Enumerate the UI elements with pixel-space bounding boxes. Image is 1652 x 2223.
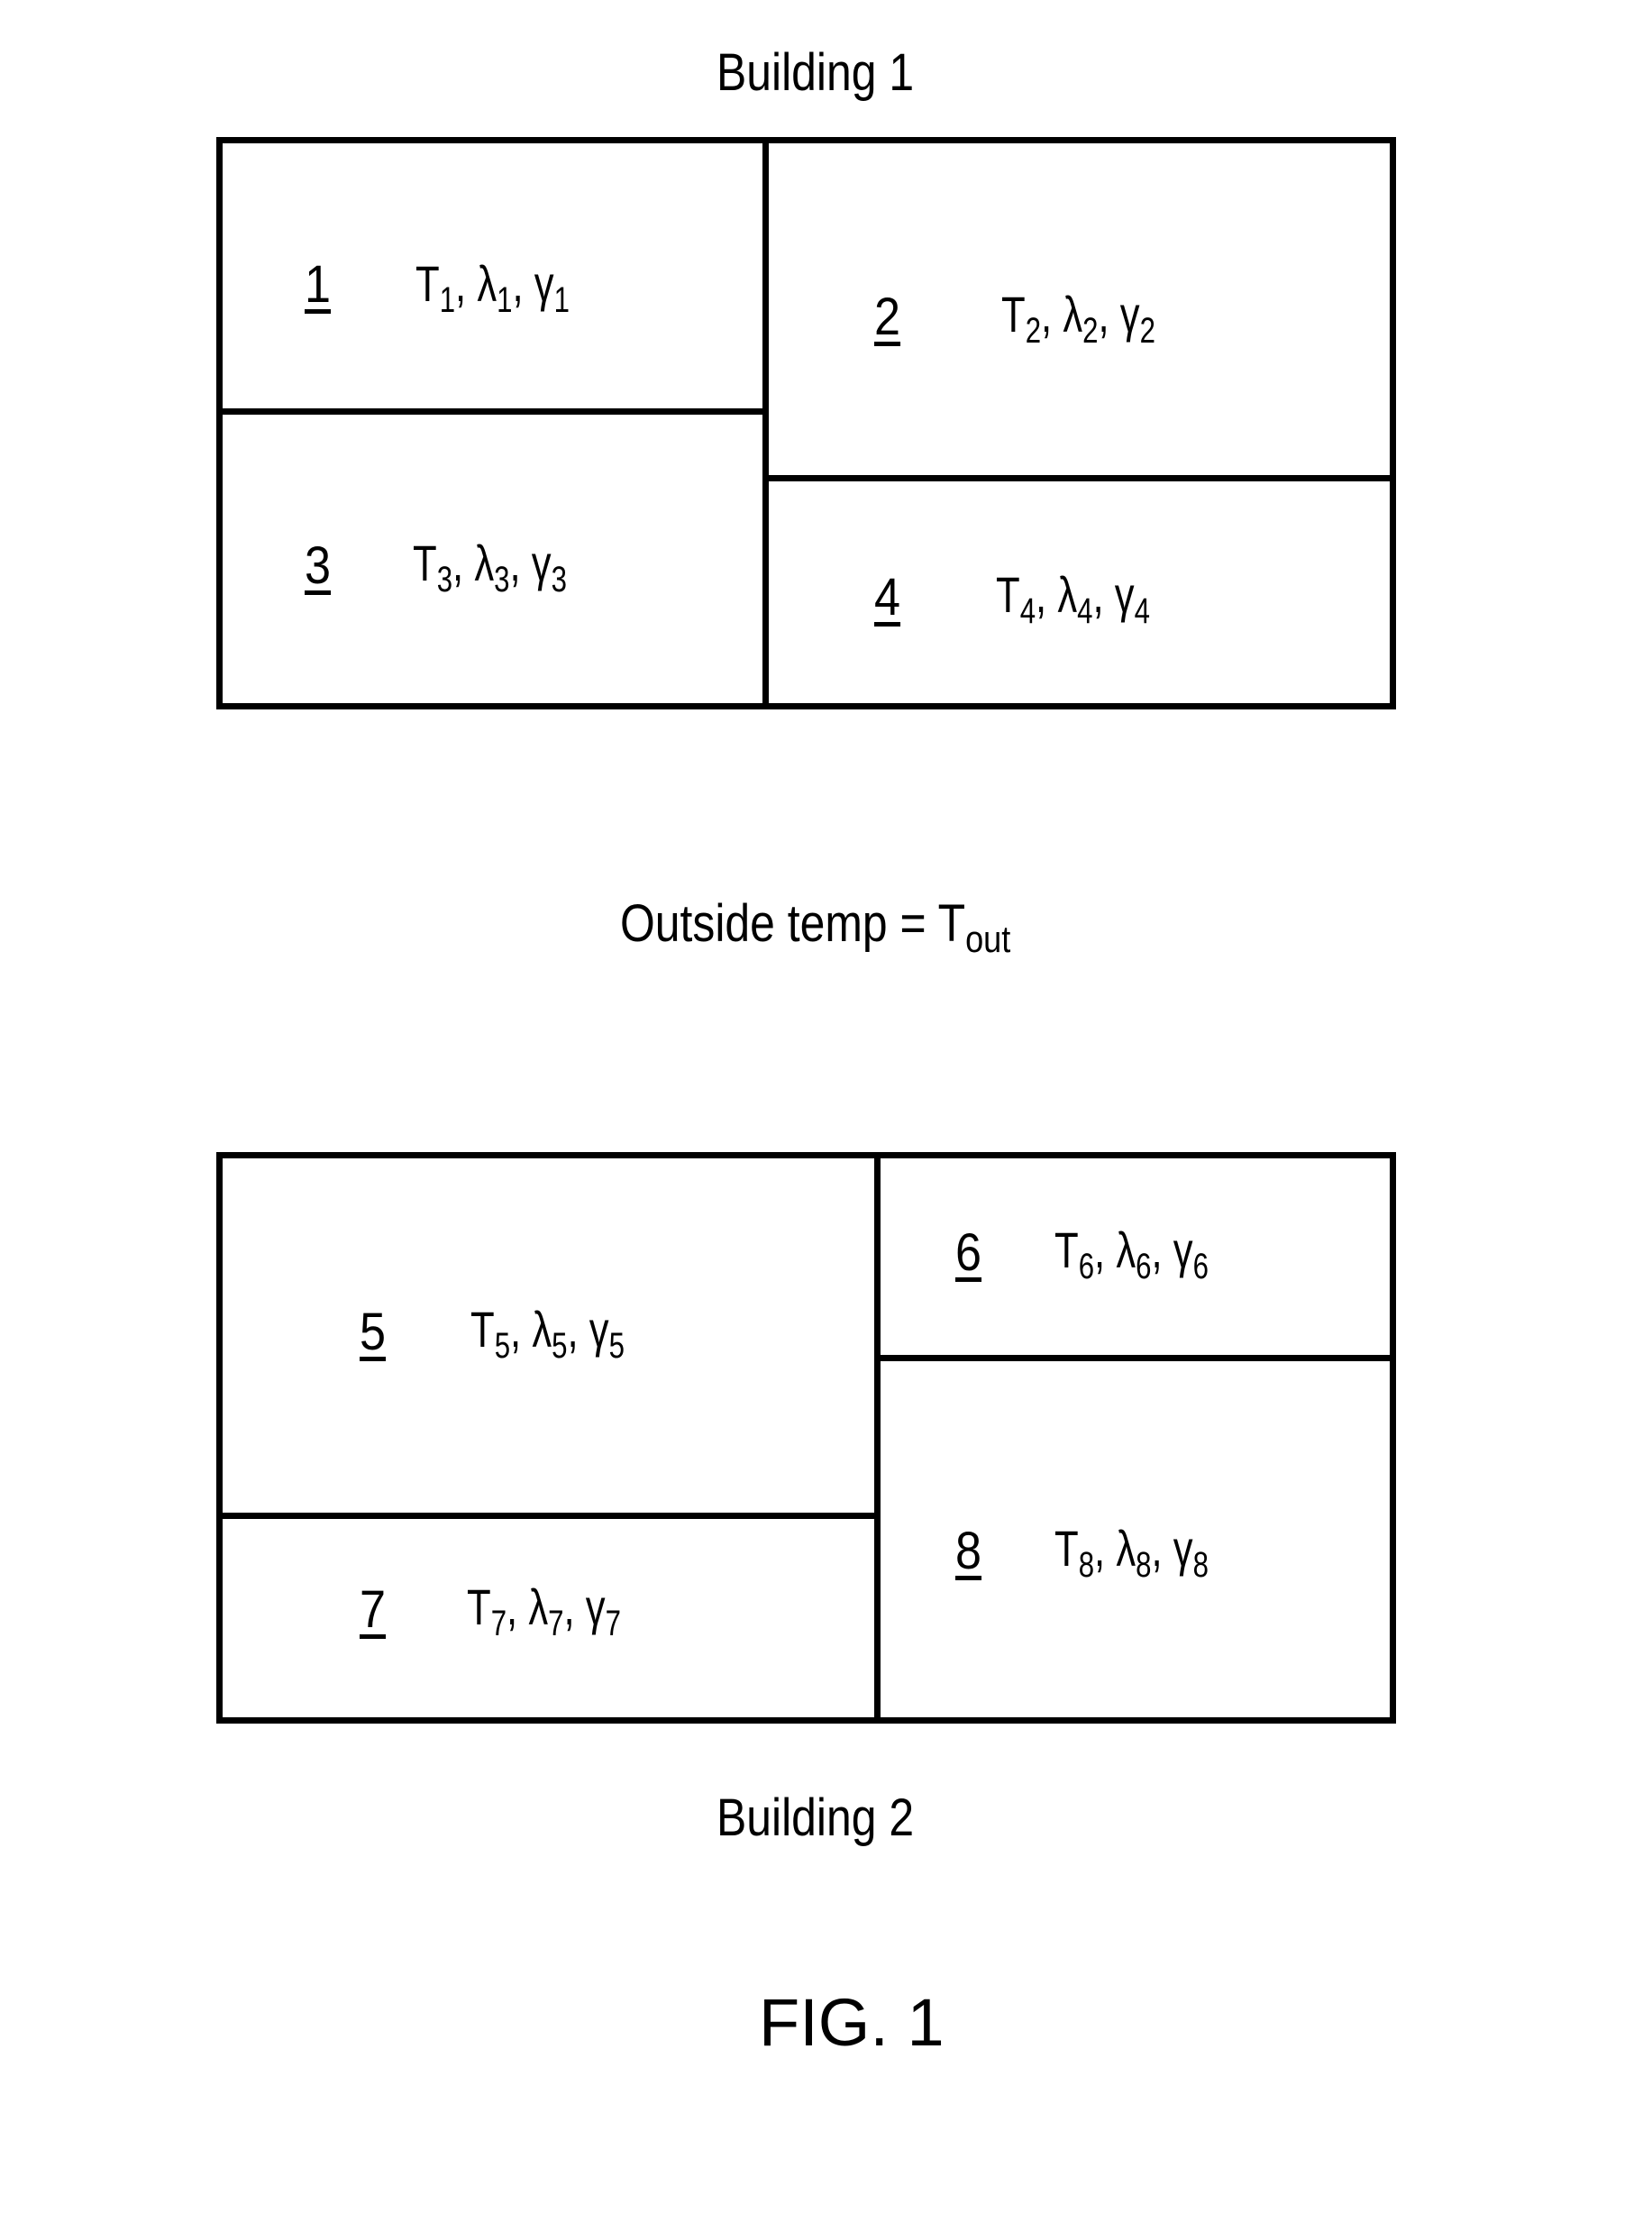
temperature-symbol: T <box>413 535 437 591</box>
room-number: 8 <box>955 1522 982 1580</box>
lambda-symbol: λ <box>528 1578 549 1635</box>
room-variables: T6, λ6, γ6 <box>1054 1221 1209 1286</box>
room-number: 1 <box>305 255 332 314</box>
subscript: 6 <box>1136 1247 1152 1286</box>
room-variables: T7, λ7, γ7 <box>467 1578 621 1643</box>
temperature-symbol: T <box>1054 1221 1079 1278</box>
subscript: 3 <box>436 560 453 599</box>
room-number: 7 <box>360 1580 387 1639</box>
room-number: 4 <box>874 568 901 627</box>
subscript: 2 <box>1082 311 1099 351</box>
room-number: 6 <box>955 1223 982 1282</box>
room-variables: T3, λ3, γ3 <box>413 535 567 599</box>
building-2-outline <box>216 1152 1396 1724</box>
subscript: 5 <box>552 1326 568 1366</box>
room-number: 5 <box>360 1303 387 1361</box>
lambda-symbol: λ <box>477 255 497 312</box>
building-1-vertical-wall <box>762 137 769 709</box>
building-1-outline <box>216 137 1396 709</box>
lambda-symbol: λ <box>532 1301 552 1358</box>
gamma-symbol: γ <box>531 535 552 591</box>
temperature-symbol: T <box>1001 286 1026 343</box>
gamma-symbol: γ <box>589 1301 609 1358</box>
subscript: 7 <box>605 1604 621 1643</box>
building-2-title: Building 2 <box>716 1788 915 1847</box>
subscript: 1 <box>497 280 513 320</box>
building-1-title: Building 1 <box>716 43 915 102</box>
subscript: 6 <box>1078 1247 1095 1286</box>
lambda-symbol: λ <box>1063 286 1083 343</box>
temperature-symbol: T <box>1054 1520 1079 1577</box>
subscript: 3 <box>551 560 567 599</box>
outside-temp-text: Outside temp = T <box>620 894 966 953</box>
gamma-symbol: γ <box>1173 1221 1193 1278</box>
subscript: 4 <box>1134 591 1150 631</box>
room-number: 3 <box>305 536 332 595</box>
subscript: 2 <box>1025 311 1042 351</box>
lambda-symbol: λ <box>1116 1520 1136 1577</box>
building-2-wall-room6-room8 <box>874 1355 1396 1361</box>
room-variables: T8, λ8, γ8 <box>1054 1520 1209 1585</box>
subscript: 8 <box>1078 1545 1095 1585</box>
temperature-symbol: T <box>467 1578 491 1635</box>
outside-temperature-label: Outside temp = Tout <box>620 898 1010 958</box>
building-1-wall-room1-room3 <box>216 408 766 415</box>
subscript: 1 <box>439 280 456 320</box>
gamma-symbol: γ <box>1173 1520 1193 1577</box>
subscript: 7 <box>490 1604 507 1643</box>
subscript: 1 <box>553 280 570 320</box>
subscript: 8 <box>1136 1545 1152 1585</box>
gamma-symbol: γ <box>534 255 554 312</box>
figure-label: FIG. 1 <box>759 1985 945 2060</box>
subscript: 7 <box>548 1604 564 1643</box>
temperature-symbol: T <box>470 1301 495 1358</box>
gamma-symbol: γ <box>585 1578 606 1635</box>
subscript: 4 <box>1019 591 1036 631</box>
subscript: 6 <box>1192 1247 1209 1286</box>
gamma-symbol: γ <box>1119 286 1140 343</box>
outside-temp-subscript: out <box>965 918 1011 960</box>
subscript: 5 <box>608 1326 625 1366</box>
temperature-symbol: T <box>996 566 1020 623</box>
lambda-symbol: λ <box>1057 566 1078 623</box>
subscript: 5 <box>494 1326 511 1366</box>
building-2-vertical-wall <box>874 1152 881 1724</box>
subscript: 8 <box>1192 1545 1209 1585</box>
lambda-symbol: λ <box>474 535 495 591</box>
subscript: 3 <box>494 560 510 599</box>
room-variables: T5, λ5, γ5 <box>470 1301 625 1366</box>
room-variables: T2, λ2, γ2 <box>1001 286 1155 351</box>
room-variables: T1, λ1, γ1 <box>415 255 570 320</box>
subscript: 4 <box>1077 591 1093 631</box>
temperature-symbol: T <box>415 255 440 312</box>
building-1-wall-room2-room4 <box>762 475 1396 481</box>
building-2-wall-room5-room7 <box>216 1513 878 1519</box>
room-variables: T4, λ4, γ4 <box>996 566 1150 631</box>
gamma-symbol: γ <box>1114 566 1135 623</box>
room-number: 2 <box>874 288 901 346</box>
lambda-symbol: λ <box>1116 1221 1136 1278</box>
subscript: 2 <box>1139 311 1155 351</box>
